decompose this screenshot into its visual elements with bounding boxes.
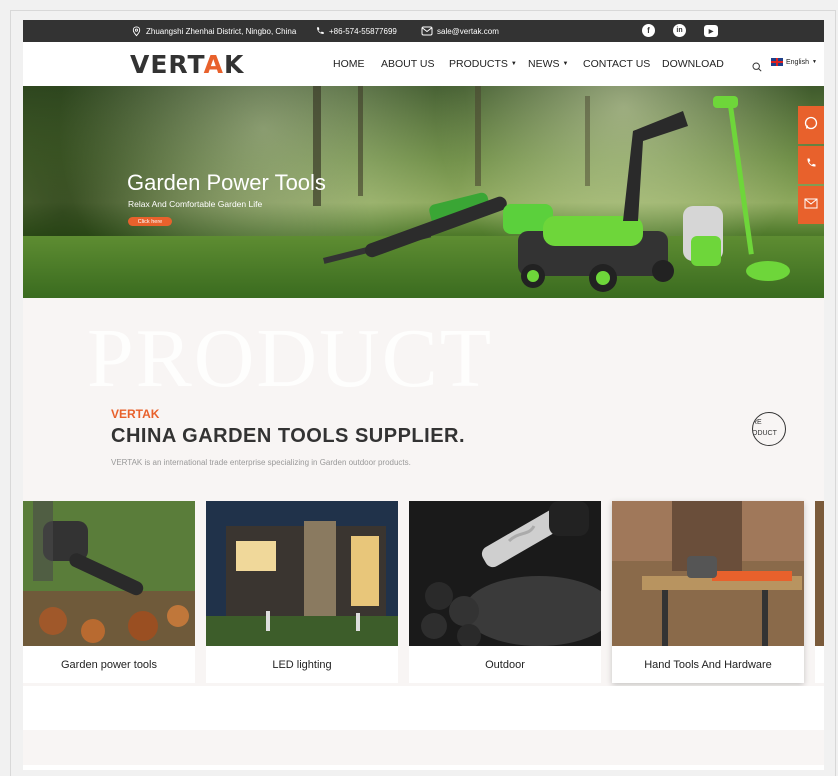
section-title: CHINA GARDEN TOOLS SUPPLIER. [111, 425, 466, 447]
hero-subtitle: Relax And Comfortable Garden Life [128, 199, 263, 209]
section-watermark: PRODUCT [87, 312, 494, 405]
email-icon [804, 196, 818, 214]
caret-down-icon: ▼ [811, 59, 817, 65]
whatsapp-icon [804, 116, 818, 135]
more-products-button[interactable]: RE ODUCT [752, 412, 786, 446]
caret-down-icon: ▼ [562, 61, 569, 67]
vertak-logo[interactable]: VERTAK [130, 50, 244, 79]
nav-label[interactable]: HOME [333, 58, 365, 70]
nav-label[interactable]: ABOUT US [381, 58, 434, 70]
led-lighting-image [206, 501, 398, 646]
phone-icon [805, 156, 817, 174]
category-label[interactable]: Outdoor [409, 646, 601, 683]
call-button[interactable] [798, 146, 824, 184]
address-text: Zhuangshi Zhenhai District, Ningbo, Chin… [146, 26, 297, 36]
phone-icon [315, 26, 325, 36]
hero-banner: Garden Power Tools Relax And Comfortable… [23, 86, 824, 298]
page: Zhuangshi Zhenhai District, Ningbo, Chin… [23, 20, 824, 770]
nav-label[interactable]: NEWS [528, 58, 560, 70]
logo-text-post: K [224, 50, 245, 79]
caret-down-icon: ▼ [510, 61, 517, 67]
logo-text-pre: VERT [130, 50, 204, 79]
email-text[interactable]: sale@vertak.com [437, 27, 499, 36]
partial-category-image [815, 501, 824, 646]
phone-item[interactable]: +86-574-55877699 [315, 20, 397, 42]
location-icon [131, 25, 142, 37]
address-item: Zhuangshi Zhenhai District, Ningbo, Chin… [131, 20, 296, 42]
category-carousel: Garden power tools LED lighting Outdoor … [23, 501, 824, 683]
nav-label[interactable]: CONTACT US [583, 58, 650, 70]
category-card-led-lighting[interactable]: LED lighting [206, 501, 398, 683]
site-header: VERTAK HOME ABOUT US PRODUCTS ▼ NEWS ▼ CON… [23, 42, 824, 86]
mail-icon [421, 26, 433, 36]
email-item[interactable]: sale@vertak.com [421, 20, 499, 42]
nav-news[interactable]: NEWS ▼ [528, 42, 568, 86]
whatsapp-button[interactable] [798, 106, 824, 144]
uk-flag-icon [771, 58, 783, 66]
garden-power-tools-image [23, 501, 195, 646]
category-label[interactable]: LED lighting [206, 646, 398, 683]
logo-text-accent: A [203, 50, 225, 79]
language-selector[interactable]: English ▼ [771, 58, 817, 66]
youtube-icon[interactable]: ▶ [704, 25, 718, 37]
category-card-hand-tools-and-hardware[interactable]: Hand Tools And Hardware [612, 501, 804, 683]
nav-label[interactable]: PRODUCTS [449, 58, 508, 70]
search-icon[interactable] [752, 59, 762, 77]
phone-text[interactable]: +86-574-55877699 [329, 27, 397, 36]
outdoor-image [409, 501, 601, 646]
category-label[interactable]: Garden power tools [23, 646, 195, 683]
nav-contact-us[interactable]: CONTACT US [583, 42, 650, 86]
nav-download[interactable]: DOWNLOAD [662, 42, 724, 86]
nav-about-us[interactable]: ABOUT US [381, 42, 434, 86]
category-card-garden-power-tools[interactable]: Garden power tools [23, 501, 195, 683]
nav-products[interactable]: PRODUCTS ▼ [449, 42, 517, 86]
top-info-bar: Zhuangshi Zhenhai District, Ningbo, Chin… [23, 20, 824, 42]
language-label[interactable]: English [786, 59, 809, 66]
category-label[interactable]: Hand Tools And Hardware [612, 646, 804, 683]
hand-tools-image [612, 501, 804, 646]
more-products-text-line1: RE [752, 419, 762, 426]
category-card-outdoor[interactable]: Outdoor [409, 501, 601, 683]
nav-home[interactable]: HOME [333, 42, 365, 86]
hero-title: Garden Power Tools [127, 170, 326, 195]
hero-cta-button[interactable]: Click here [128, 217, 172, 226]
linkedin-icon[interactable]: in [673, 24, 686, 37]
more-products-text-line2: ODUCT [752, 430, 777, 437]
section-eyebrow: VERTAK [111, 407, 160, 421]
nav-label[interactable]: DOWNLOAD [662, 58, 724, 70]
section-bottom-strip [23, 686, 824, 730]
category-card-partial[interactable] [815, 501, 824, 683]
section-description: VERTAK is an international trade enterpr… [111, 458, 411, 467]
email-button[interactable] [798, 186, 824, 224]
facebook-icon[interactable]: f [642, 24, 655, 37]
